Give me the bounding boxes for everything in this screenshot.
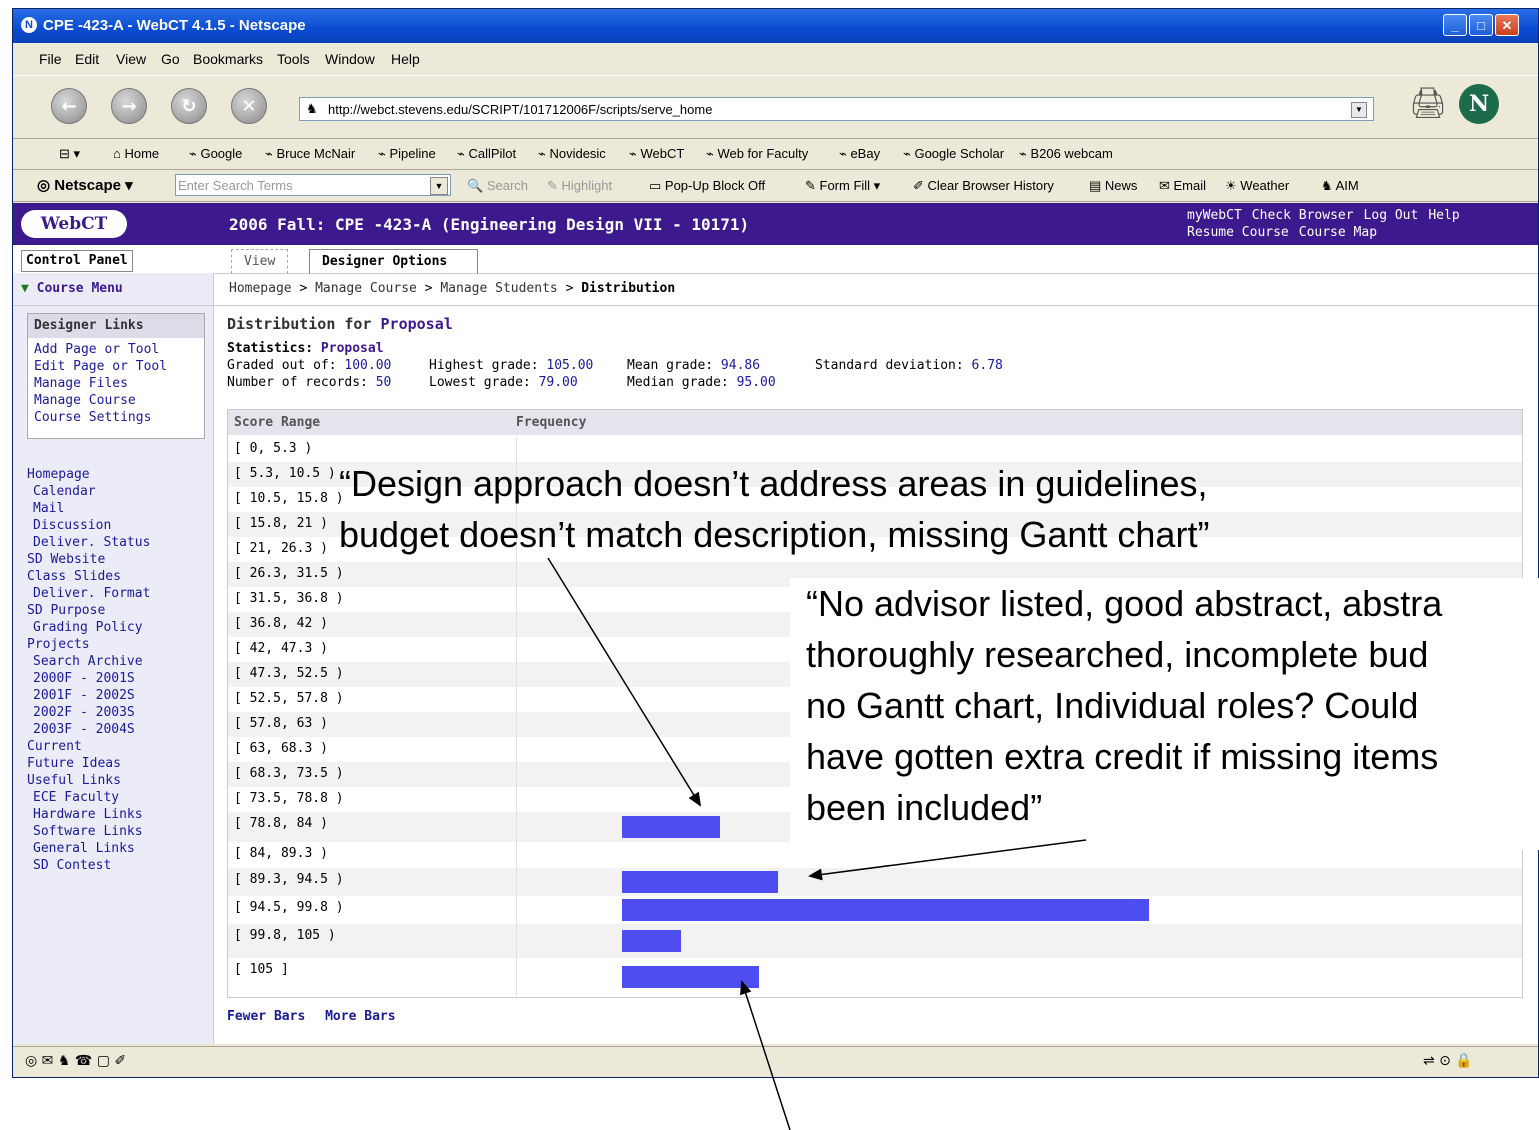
arrow-to-105-bar (739, 980, 791, 1130)
annotation-arrows (547, 557, 1087, 1130)
arrow-to-89-94-bar (808, 839, 1087, 881)
arrow-to-78-84-bar (547, 557, 702, 807)
